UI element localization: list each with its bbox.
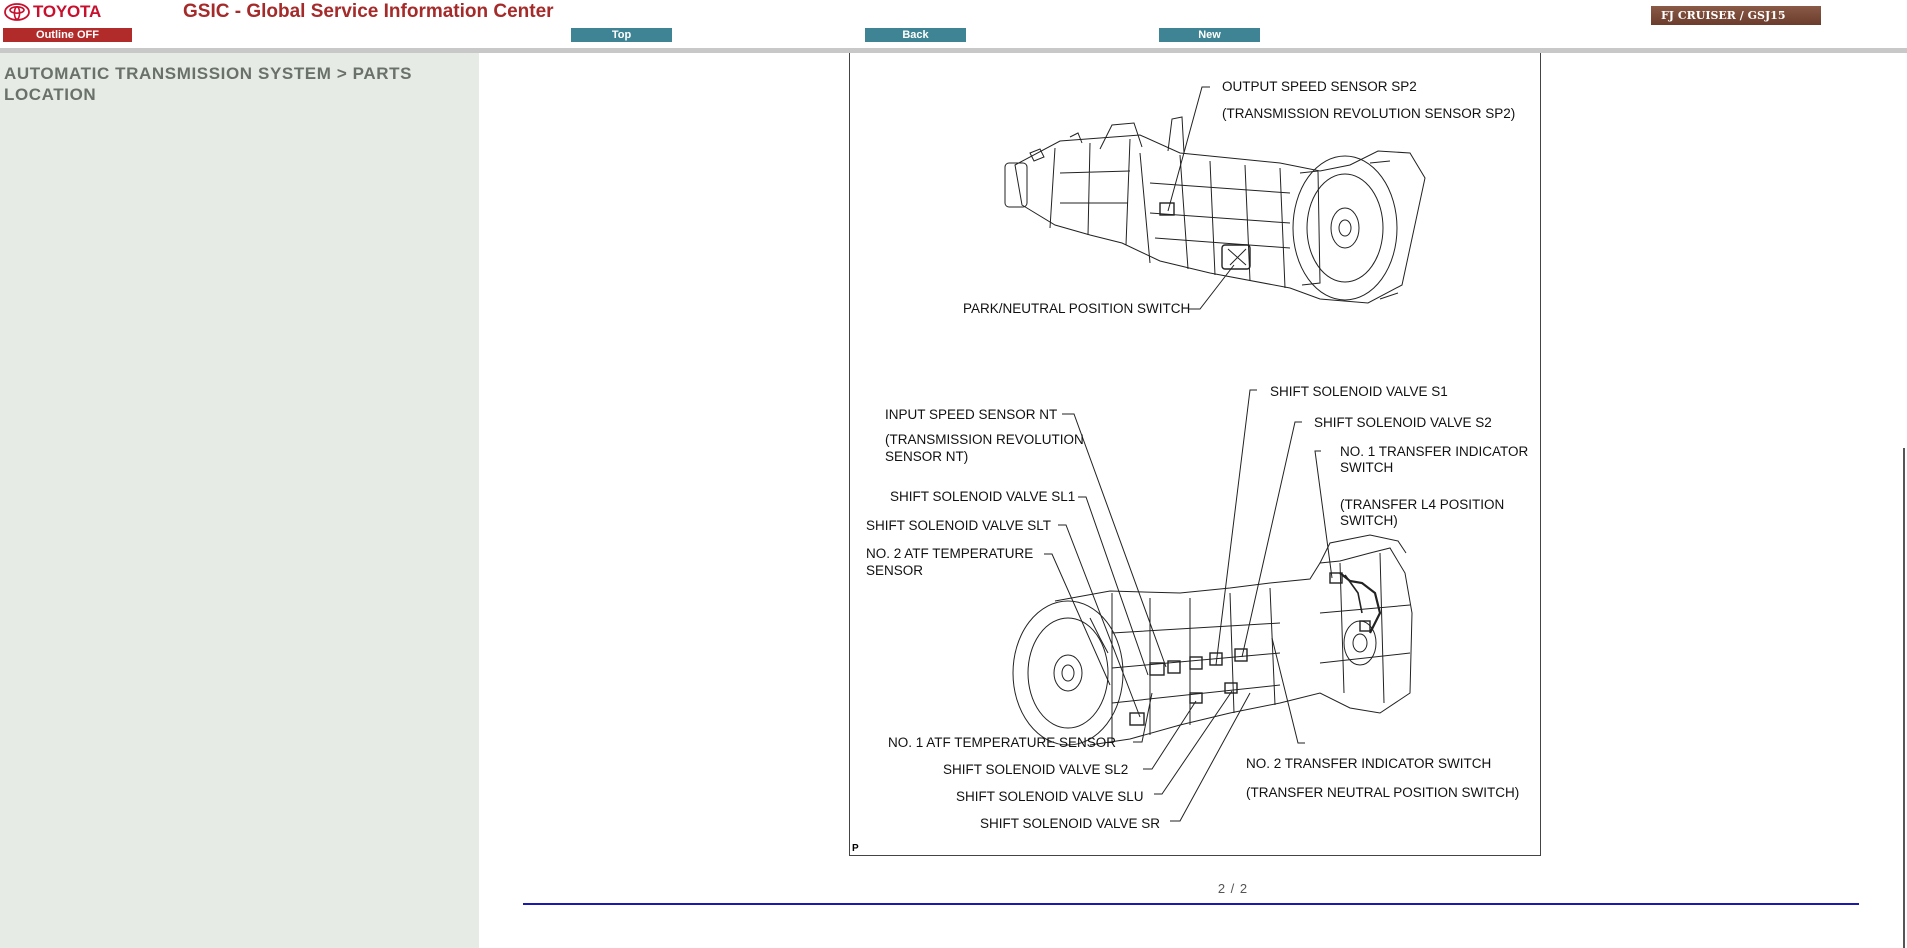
outline-toggle-button[interactable]: Outline OFF: [3, 28, 132, 42]
label-atf-sensor-1: NO. 1 ATF TEMPERATURE SENSOR: [888, 735, 1116, 750]
label-output-speed-sensor: OUTPUT SPEED SENSOR SP2: [1222, 79, 1417, 94]
top-button[interactable]: Top: [571, 28, 672, 42]
label-shift-sl1: SHIFT SOLENOID VALVE SL1: [890, 489, 1075, 504]
bottom-divider: [523, 903, 1859, 905]
toyota-logo: TOYOTA: [4, 1, 101, 23]
label-input-speed-alt-1: (TRANSMISSION REVOLUTION: [885, 432, 1084, 447]
label-output-speed-sensor-alt: (TRANSMISSION REVOLUTION SENSOR SP2): [1222, 106, 1515, 121]
label-shift-sl2: SHIFT SOLENOID VALVE SL2: [943, 762, 1128, 777]
scrollbar-thumb[interactable]: [1903, 448, 1905, 948]
brand-wordmark: TOYOTA: [33, 2, 102, 21]
breadcrumb: AUTOMATIC TRANSMISSION SYSTEM > PARTS LO…: [4, 64, 413, 104]
vehicle-model-badge: FJ CRUISER / GSJ15: [1651, 6, 1821, 25]
label-shift-s1: SHIFT SOLENOID VALVE S1: [1270, 384, 1448, 399]
label-transfer-switch-2-alt: (TRANSFER NEUTRAL POSITION SWITCH): [1246, 785, 1519, 800]
lower-transmission-drawing: [1012, 534, 1413, 746]
transmission-diagram: OUTPUT SPEED SENSOR SP2 (TRANSMISSION RE…: [866, 79, 1529, 831]
label-atf-sensor-2-b: SENSOR: [866, 563, 923, 578]
label-shift-sr: SHIFT SOLENOID VALVE SR: [980, 816, 1160, 831]
label-shift-slt: SHIFT SOLENOID VALVE SLT: [866, 518, 1051, 533]
label-atf-sensor-2-a: NO. 2 ATF TEMPERATURE: [866, 546, 1033, 561]
label-transfer-switch-2: NO. 2 TRANSFER INDICATOR SWITCH: [1246, 756, 1491, 771]
toyota-emblem-icon: [4, 3, 30, 21]
label-transfer-switch-1-alt-b: SWITCH): [1340, 513, 1398, 528]
figure-corner-mark: P: [852, 843, 859, 854]
upper-transmission-drawing: [1004, 116, 1426, 304]
app-title: GSIC - Global Service Information Center: [183, 1, 554, 22]
new-button[interactable]: New: [1159, 28, 1260, 42]
label-input-speed-sensor: INPUT SPEED SENSOR NT: [885, 407, 1057, 422]
label-shift-s2: SHIFT SOLENOID VALVE S2: [1314, 415, 1492, 430]
sidebar: AUTOMATIC TRANSMISSION SYSTEM > PARTS LO…: [0, 53, 479, 948]
label-shift-slu: SHIFT SOLENOID VALVE SLU: [956, 789, 1144, 804]
header-bar: TOYOTA GSIC - Global Service Information…: [0, 0, 1907, 48]
back-button[interactable]: Back: [865, 28, 966, 42]
label-transfer-switch-1-b: SWITCH: [1340, 460, 1393, 475]
label-transfer-switch-1-alt-a: (TRANSFER L4 POSITION: [1340, 497, 1504, 512]
page-indicator: 2 / 2: [1217, 881, 1249, 896]
parts-location-figure: OUTPUT SPEED SENSOR SP2 (TRANSMISSION RE…: [849, 53, 1541, 856]
label-park-neutral-switch: PARK/NEUTRAL POSITION SWITCH: [963, 301, 1190, 316]
main-content: OUTPUT SPEED SENSOR SP2 (TRANSMISSION RE…: [479, 53, 1907, 948]
label-input-speed-alt-2: SENSOR NT): [885, 449, 968, 464]
label-transfer-switch-1-a: NO. 1 TRANSFER INDICATOR: [1340, 444, 1529, 459]
